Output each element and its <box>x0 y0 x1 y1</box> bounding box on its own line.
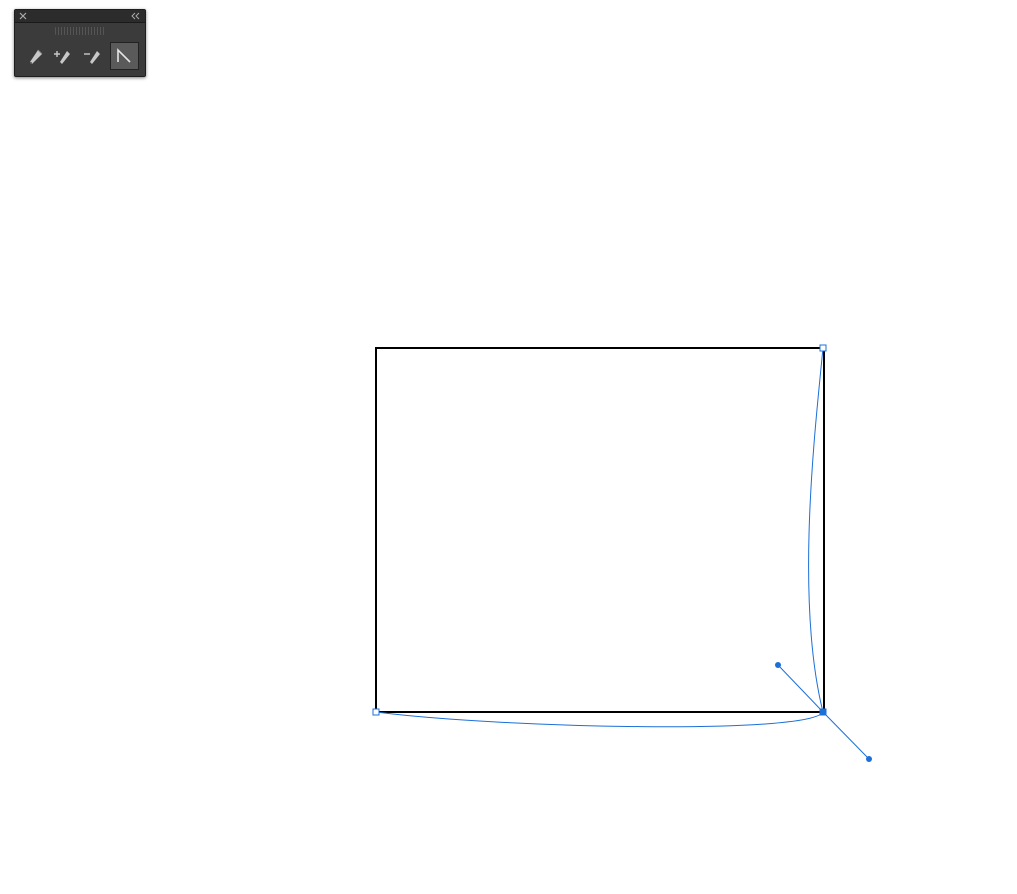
anchor-point[interactable] <box>820 345 826 351</box>
handle-line-out <box>823 712 869 759</box>
anchor-point[interactable] <box>373 709 379 715</box>
canvas[interactable] <box>0 0 1017 894</box>
anchor-point-selected[interactable] <box>820 709 826 715</box>
direction-handle[interactable] <box>775 662 781 668</box>
direction-handle[interactable] <box>866 756 872 762</box>
rectangle-shape[interactable] <box>376 348 824 712</box>
editing-path[interactable] <box>376 348 823 727</box>
handle-line-in <box>778 665 823 712</box>
